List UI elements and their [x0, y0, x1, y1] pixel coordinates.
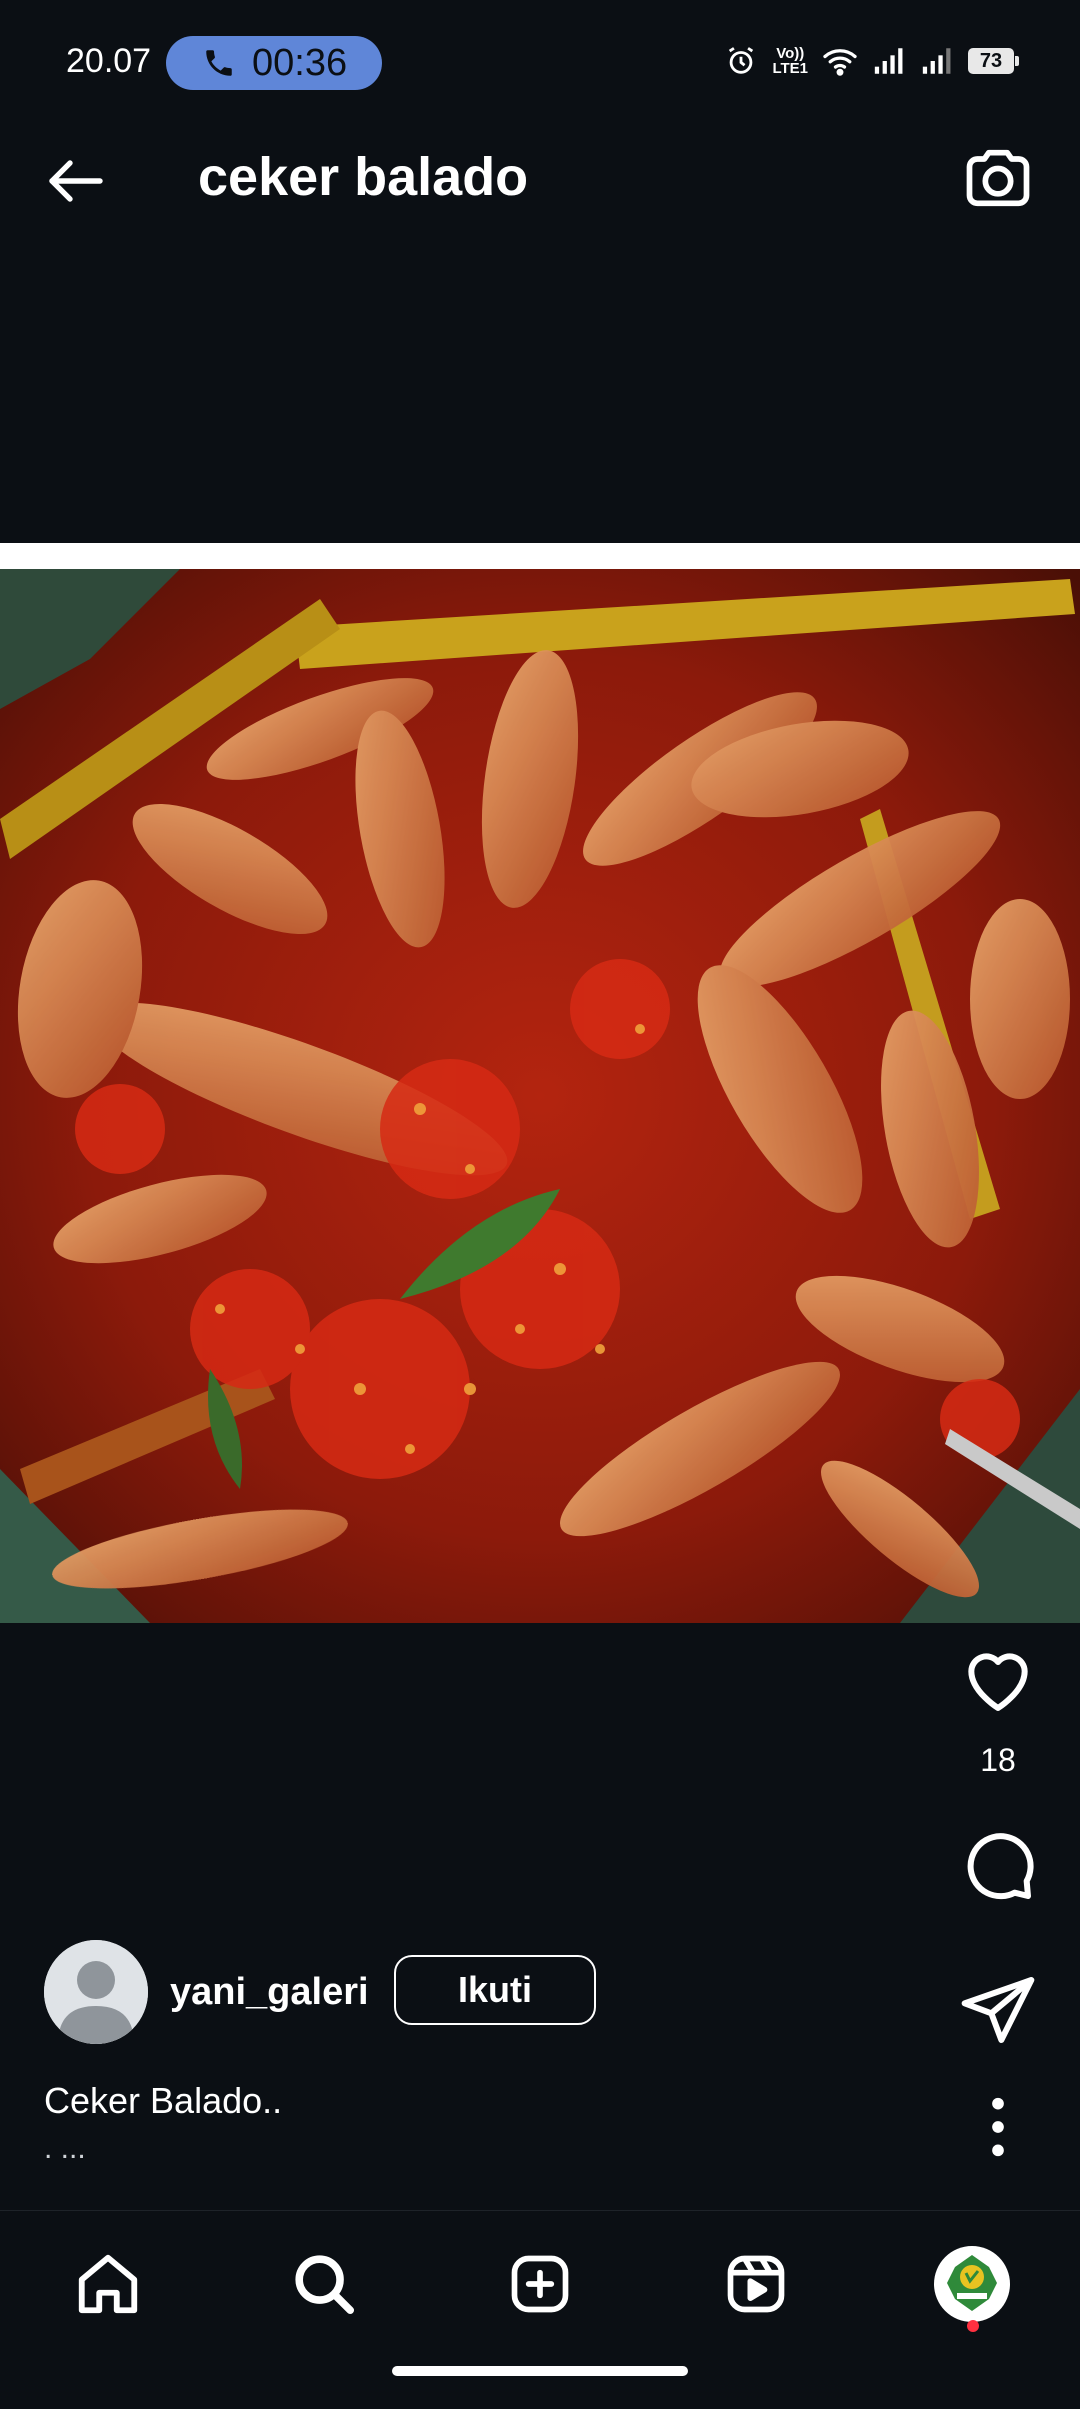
- signal-icon: [874, 48, 903, 74]
- share-button[interactable]: [958, 1970, 1038, 2050]
- caption-more[interactable]: . ...: [44, 2132, 86, 2166]
- reels-icon: [727, 2255, 785, 2313]
- page-title: ceker balado: [198, 147, 529, 207]
- battery-icon: 73: [968, 48, 1019, 74]
- status-time: 20.07: [66, 42, 152, 80]
- profile-logo-icon: [938, 2250, 1006, 2318]
- more-vertical-icon: [992, 2097, 1004, 2157]
- author-username[interactable]: yani_galeri: [170, 1971, 369, 2014]
- phone-icon: [206, 50, 232, 76]
- like-count[interactable]: 18: [940, 1742, 1056, 1779]
- food-photo: [0, 569, 1080, 1623]
- wifi-icon: [823, 49, 857, 76]
- comment-button[interactable]: [958, 1826, 1038, 1906]
- arrow-left-icon: [49, 160, 103, 202]
- nav-home[interactable]: [64, 2240, 152, 2328]
- more-options-button[interactable]: [978, 2092, 1018, 2162]
- nav-reels[interactable]: [712, 2240, 800, 2328]
- send-icon: [961, 1977, 1035, 2043]
- home-indicator[interactable]: [392, 2366, 688, 2376]
- profile-avatar: [934, 2246, 1010, 2322]
- home-icon: [78, 2254, 138, 2314]
- camera-button[interactable]: [960, 140, 1036, 216]
- signal-icon-2: [922, 48, 951, 74]
- call-timer: 00:36: [252, 41, 348, 84]
- post-caption: Ceker Balado..: [44, 2080, 283, 2121]
- image-top-border: [0, 543, 1080, 569]
- heart-icon: [968, 1653, 1028, 1711]
- ongoing-call-pill[interactable]: 00:36: [166, 36, 382, 90]
- nav-create[interactable]: [496, 2240, 584, 2328]
- volte-indicator: Vo)) LTE1: [772, 45, 808, 77]
- author-avatar[interactable]: [44, 1940, 148, 2044]
- like-button[interactable]: [958, 1640, 1038, 1716]
- camera-icon: [966, 149, 1030, 207]
- search-icon: [295, 2255, 355, 2315]
- back-button[interactable]: [40, 145, 112, 217]
- notification-dot: [967, 2320, 979, 2332]
- status-bar: 20.07 00:36 Vo)) LTE1 73: [0, 0, 1080, 100]
- follow-button[interactable]: Ikuti: [394, 1955, 596, 2025]
- post-image[interactable]: [0, 569, 1080, 1623]
- default-avatar-icon: [44, 1940, 148, 2044]
- create-icon: [511, 2255, 569, 2313]
- alarm-icon: [729, 47, 754, 74]
- status-icons: Vo)) LTE1 73: [724, 44, 1019, 78]
- nav-profile[interactable]: [928, 2240, 1016, 2328]
- comment-icon: [967, 1833, 1034, 1900]
- nav-search[interactable]: [280, 2240, 368, 2328]
